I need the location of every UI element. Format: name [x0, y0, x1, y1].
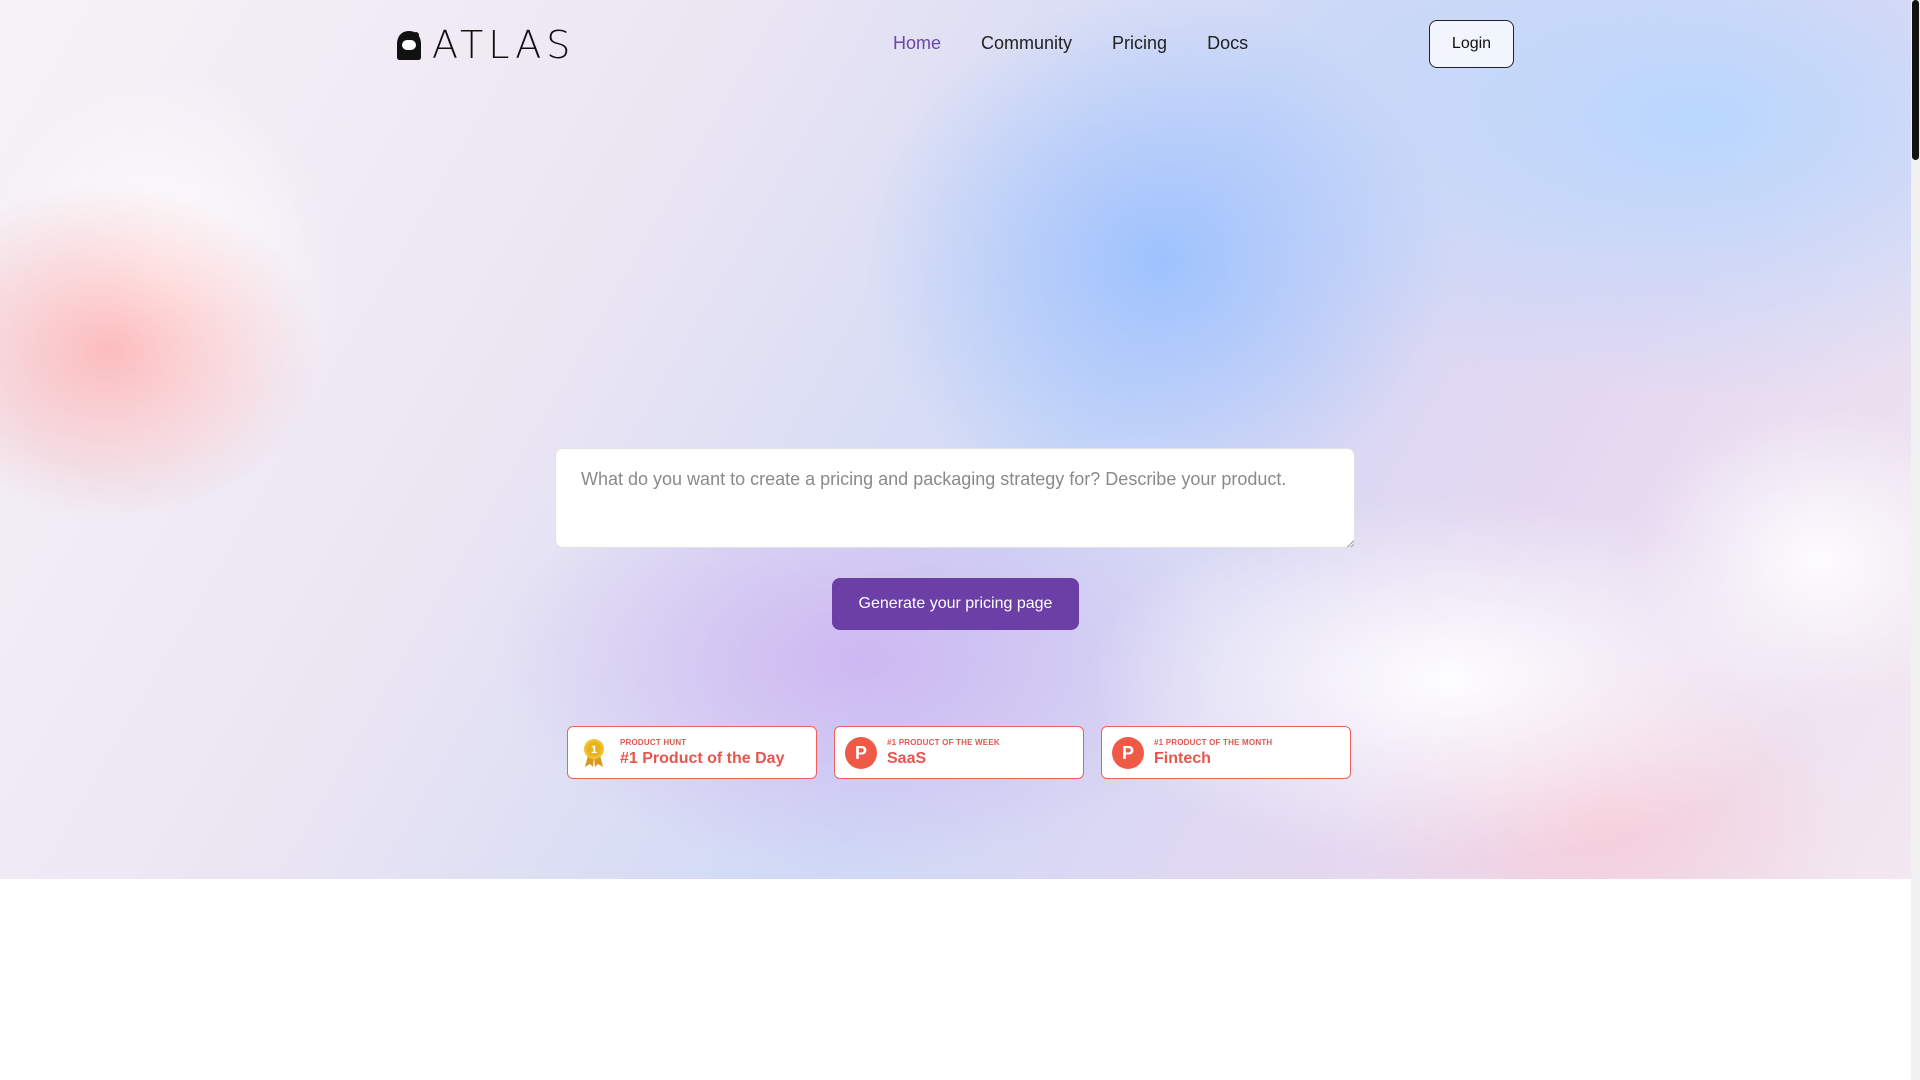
badge-kicker: #1 PRODUCT OF THE MONTH	[1154, 737, 1273, 747]
badge-product-of-day[interactable]: 1 PRODUCT HUNT #1 Product of the Day	[567, 726, 817, 779]
badge-product-of-month[interactable]: P #1 PRODUCT OF THE MONTH Fintech	[1101, 726, 1351, 779]
top-nav: ATLAS Home Community Pricing Docs Login	[0, 0, 1911, 90]
badge-text: PRODUCT HUNT #1 Product of the Day	[620, 738, 784, 768]
product-description-input[interactable]	[555, 448, 1355, 548]
product-hunt-letter: P	[855, 743, 867, 763]
medal-number: 1	[591, 744, 597, 756]
logo-text: ATLAS	[432, 23, 576, 67]
astronaut-helmet-icon	[394, 29, 424, 61]
nav-link-docs[interactable]: Docs	[1207, 33, 1248, 54]
product-hunt-icon: P	[1112, 736, 1144, 769]
nav-link-pricing[interactable]: Pricing	[1112, 33, 1167, 54]
login-button[interactable]: Login	[1429, 20, 1514, 68]
nav-links: Home Community Pricing Docs	[893, 33, 1288, 54]
nav-link-home[interactable]: Home	[893, 33, 941, 54]
logo[interactable]: ATLAS	[394, 23, 576, 67]
scrollbar-thumb[interactable]	[1912, 0, 1919, 160]
badge-title: SaaS	[887, 749, 927, 767]
textarea-resize-handle[interactable]	[1347, 540, 1354, 547]
badge-title: Fintech	[1154, 749, 1211, 767]
badge-product-of-week[interactable]: P #1 PRODUCT OF THE WEEK SaaS	[834, 726, 1084, 779]
generate-pricing-button[interactable]: Generate your pricing page	[832, 578, 1079, 630]
badge-text: #1 PRODUCT OF THE WEEK SaaS	[887, 738, 1000, 768]
product-hunt-letter: P	[1122, 743, 1134, 763]
badge-kicker: PRODUCT HUNT	[620, 737, 687, 747]
nav-link-community[interactable]: Community	[981, 33, 1072, 54]
badge-title: #1 Product of the Day	[620, 749, 785, 767]
badge-text: #1 PRODUCT OF THE MONTH Fintech	[1154, 738, 1272, 768]
page-scrollbar[interactable]	[1911, 0, 1920, 1080]
medal-icon: 1	[578, 737, 610, 769]
product-hunt-icon: P	[845, 736, 877, 769]
badge-kicker: #1 PRODUCT OF THE WEEK	[887, 737, 1000, 747]
